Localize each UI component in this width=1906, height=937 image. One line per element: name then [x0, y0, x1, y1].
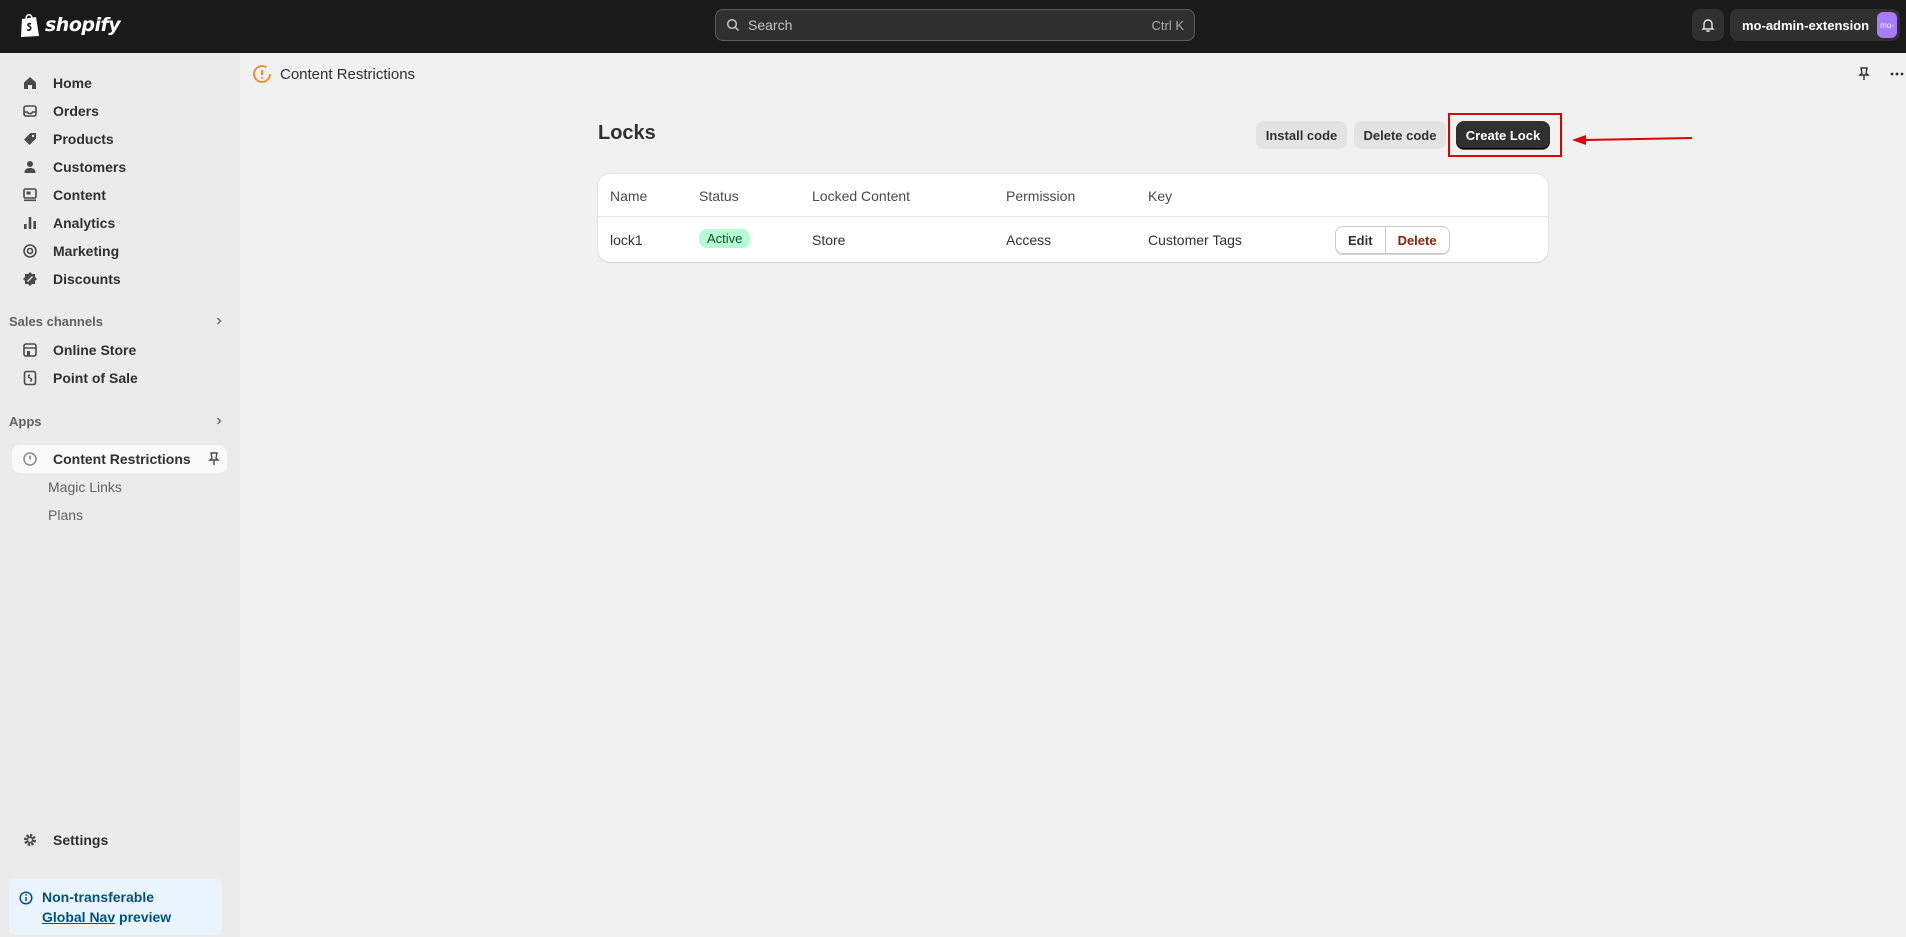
person-icon — [22, 159, 38, 175]
gear-icon — [22, 832, 38, 848]
breadcrumb-label: Content Restrictions — [280, 65, 416, 83]
tag-icon — [22, 131, 38, 147]
breadcrumb[interactable]: Content Restrictions — [252, 64, 415, 84]
delete-button[interactable]: Delete — [1384, 227, 1449, 253]
search-icon — [726, 18, 740, 32]
sidebar-subitem-magic-links[interactable]: Magic Links — [48, 475, 122, 499]
store-icon — [22, 342, 38, 358]
sidebar-item-discounts[interactable]: Discounts — [12, 265, 227, 293]
table-header: Name Status Locked Content Permission Ke… — [598, 174, 1548, 217]
column-header: Status — [699, 188, 739, 204]
pin-icon[interactable] — [207, 451, 221, 467]
sidebar-subitem-plans[interactable]: Plans — [48, 503, 83, 527]
sidebar-item-analytics[interactable]: Analytics — [12, 209, 227, 237]
search-input[interactable]: Search Ctrl K — [715, 9, 1195, 41]
app-logo-icon — [22, 451, 38, 467]
top-bar: shopify Search Ctrl K mo-admin-extension… — [0, 0, 1906, 53]
sidebar-item-label: Orders — [53, 103, 99, 119]
sidebar-item-label: Content Restrictions — [53, 451, 191, 467]
apps-heading[interactable]: Apps — [9, 410, 224, 432]
sidebar-item-label: Discounts — [53, 271, 121, 287]
section-heading-label: Sales channels — [9, 313, 103, 329]
more-horizontal-icon[interactable] — [1889, 66, 1905, 82]
section-heading-label: Apps — [9, 413, 42, 429]
locks-table: Name Status Locked Content Permission Ke… — [598, 174, 1548, 262]
search-shortcut: Ctrl K — [1151, 17, 1185, 33]
info-icon — [19, 891, 33, 905]
content-icon — [22, 187, 38, 203]
sidebar-item-settings[interactable]: Settings — [12, 826, 227, 854]
sales-channels-heading[interactable]: Sales channels — [9, 310, 224, 332]
column-header: Key — [1148, 188, 1173, 204]
shopify-logo[interactable]: shopify — [19, 12, 121, 38]
sidebar-item-products[interactable]: Products — [12, 125, 227, 153]
sidebar-item-label: Point of Sale — [53, 370, 138, 386]
brand-wordmark: shopify — [45, 14, 121, 36]
edit-button[interactable]: Edit — [1336, 227, 1385, 253]
sidebar-item-content-restrictions[interactable]: Content Restrictions — [12, 445, 227, 473]
sidebar-item-customers[interactable]: Customers — [12, 153, 227, 181]
bar-chart-icon — [22, 215, 38, 231]
inbox-icon — [22, 103, 38, 119]
column-header: Permission — [1006, 188, 1076, 204]
notifications-button[interactable] — [1692, 9, 1724, 41]
status-badge: Active — [699, 229, 751, 248]
global-nav-link[interactable]: Global Nav — [42, 909, 115, 925]
sidebar-item-label: Customers — [53, 159, 127, 175]
shopify-bag-icon — [21, 13, 39, 37]
notice-line-1: Non-transferable — [42, 889, 155, 905]
lock-name: lock1 — [610, 232, 643, 248]
app-logo-icon — [253, 65, 271, 83]
sidebar-item-orders[interactable]: Orders — [12, 97, 227, 125]
lock-key: Customer Tags — [1148, 232, 1242, 248]
discount-icon — [22, 271, 38, 287]
sidebar: Home Orders Products Customers Content A… — [0, 53, 240, 937]
sidebar-item-label: Online Store — [53, 342, 137, 358]
global-nav-notice: Non-transferable Global Nav preview — [9, 879, 222, 935]
sidebar-item-marketing[interactable]: Marketing — [12, 237, 227, 265]
sidebar-item-label: Marketing — [53, 243, 120, 259]
pin-icon[interactable] — [1857, 66, 1871, 82]
account-name: mo-admin-extension — [1742, 17, 1870, 33]
bell-icon — [1701, 19, 1715, 32]
notice-rest: preview — [115, 909, 172, 925]
annotation-arrow — [1572, 135, 1693, 145]
target-icon — [22, 243, 38, 259]
sidebar-item-label: Home — [53, 75, 92, 91]
avatar: mo- — [1877, 12, 1897, 38]
search-placeholder: Search — [748, 17, 793, 33]
delete-code-button[interactable]: Delete code — [1354, 121, 1446, 149]
locked-content: Store — [812, 232, 846, 248]
sidebar-item-point-of-sale[interactable]: Point of Sale — [12, 364, 227, 392]
chevron-right-icon — [217, 317, 222, 325]
sidebar-item-online-store[interactable]: Online Store — [12, 336, 227, 364]
page-actions — [1857, 66, 1905, 82]
column-header: Name — [610, 188, 648, 204]
sidebar-item-label: Products — [53, 131, 114, 147]
page-title: Locks — [598, 122, 656, 144]
sidebar-item-label: Content — [53, 187, 106, 203]
column-header: Locked Content — [812, 188, 911, 204]
sidebar-item-label: Analytics — [53, 215, 116, 231]
chevron-right-icon — [217, 417, 222, 425]
sidebar-item-label: Settings — [53, 832, 109, 848]
highlight-box — [1448, 113, 1562, 157]
account-menu-button[interactable]: mo-admin-extension mo- — [1730, 9, 1900, 41]
notice-line-2: Global Nav preview — [42, 907, 214, 927]
row-actions: Edit Delete — [1335, 226, 1450, 254]
home-icon — [22, 75, 38, 91]
sidebar-item-content[interactable]: Content — [12, 181, 227, 209]
permission: Access — [1006, 232, 1052, 248]
install-code-button[interactable]: Install code — [1256, 121, 1347, 149]
pos-icon — [22, 370, 38, 386]
sidebar-item-home[interactable]: Home — [12, 69, 227, 97]
